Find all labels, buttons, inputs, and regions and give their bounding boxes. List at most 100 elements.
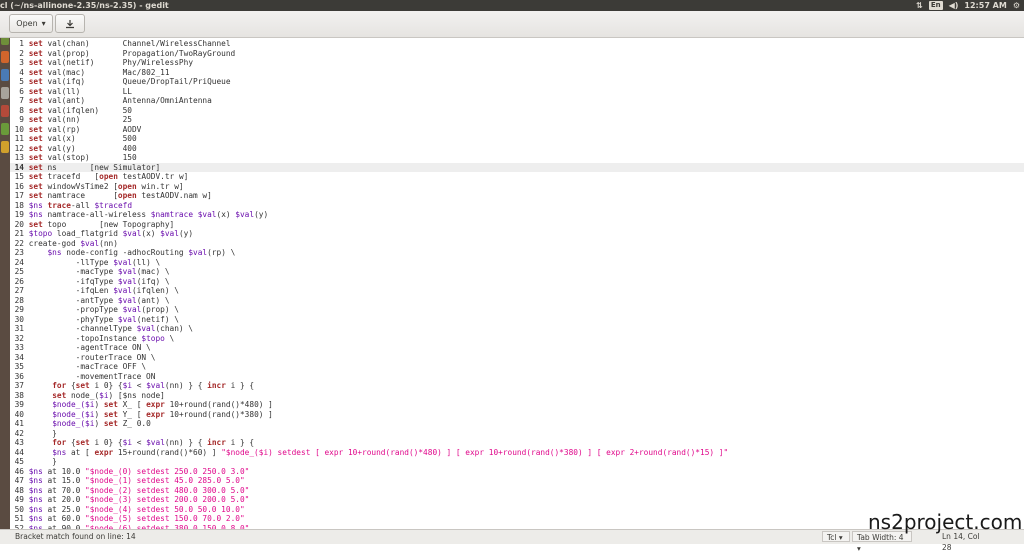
code-line[interactable]: 46 $ns at 10.0 "$node_(0) setdest 250.0 … [10, 467, 1024, 477]
settings-gear-icon[interactable]: ⚙ [1013, 0, 1020, 11]
code-line[interactable]: 11 set val(x) 500 [10, 134, 1024, 144]
code-line[interactable]: 49 $ns at 20.0 "$node_(3) setdest 200.0 … [10, 495, 1024, 505]
code-line[interactable]: 34 -routerTrace ON \ [10, 353, 1024, 363]
code-line[interactable]: 32 -topoInstance $topo \ [10, 334, 1024, 344]
code-line[interactable]: 21 $topo load_flatgrid $val(x) $val(y) [10, 229, 1024, 239]
code-token: val(ifqlen) 50 [42, 105, 132, 115]
line-number: 16 [14, 181, 24, 191]
line-number: 50 [14, 504, 24, 514]
code-line[interactable]: 41 $node_($i) set Z_ 0.0 [10, 419, 1024, 429]
code-line[interactable]: 15 set tracefd [open testAODV.tr w] [10, 172, 1024, 182]
code-line[interactable]: 33 -agentTrace ON \ [10, 343, 1024, 353]
code-line[interactable]: 43 for {set i 0} {$i < $val(nn) } { incr… [10, 438, 1024, 448]
code-line[interactable]: 36 -movementTrace ON [10, 372, 1024, 382]
code-line[interactable]: 29 -propType $val(prop) \ [10, 305, 1024, 315]
code-line[interactable]: 5 set val(ifq) Queue/DropTail/PriQueue [10, 77, 1024, 87]
code-line[interactable]: 13 set val(stop) 150 [10, 153, 1024, 163]
code-line[interactable]: 7 set val(ant) Antenna/OmniAntenna [10, 96, 1024, 106]
code-line[interactable]: 35 -macTrace OFF \ [10, 362, 1024, 372]
code-token: set [103, 400, 118, 409]
network-updown-icon[interactable]: ⇅ [916, 0, 923, 11]
code-line[interactable]: 40 $node_($i) set Y_ [ expr 10+round(ran… [10, 410, 1024, 420]
code-line[interactable]: 27 -ifqLen $val(ifqlen) \ [10, 286, 1024, 296]
code-line[interactable]: 18 $ns trace-all $tracefd [10, 201, 1024, 211]
code-line[interactable]: 30 -phyType $val(netif) \ [10, 315, 1024, 325]
code-token: i } { [225, 438, 255, 447]
code-line[interactable]: 6 set val(ll) LL [10, 87, 1024, 97]
code-token: set [28, 86, 43, 96]
line-number: 21 [14, 229, 24, 238]
launcher-app-icon[interactable] [1, 69, 9, 81]
code-token: val(netif) Phy/WirelessPhy [42, 58, 194, 67]
code-token: $val [117, 295, 137, 305]
code-token: -routerTrace ON \ [28, 352, 156, 362]
code-line[interactable]: 39 $node_($i) set X_ [ expr 10+round(ran… [10, 400, 1024, 410]
line-number: 31 [14, 324, 24, 333]
code-token: set [75, 381, 90, 390]
code-token: (mac) \ [136, 267, 170, 276]
code-line[interactable]: 47 $ns at 15.0 "$node_(1) setdest 45.0 2… [10, 476, 1024, 486]
language-selector[interactable]: Tcl ▾ [822, 531, 850, 542]
code-line[interactable]: 37 for {set i 0} {$i < $val(nn) } { incr… [10, 381, 1024, 391]
volume-icon[interactable]: ◀) [949, 0, 959, 11]
code-line[interactable]: 16 set windowVsTime2 [open win.tr w] [10, 182, 1024, 192]
code-line[interactable]: 19 $ns namtrace-all-wireless $namtrace $… [10, 210, 1024, 220]
code-line[interactable]: 48 $ns at 70.0 "$node_(2) setdest 480.0 … [10, 486, 1024, 496]
open-button[interactable]: Open ▾ [9, 14, 53, 33]
code-line[interactable]: 17 set namtrace [open testAODV.nam w] [10, 191, 1024, 201]
code-line[interactable]: 4 set val(mac) Mac/802_11 [10, 68, 1024, 78]
code-token: -movementTrace ON [28, 371, 156, 381]
code-token: at [ [66, 447, 95, 457]
code-line[interactable]: 28 -antType $val(ant) \ [10, 296, 1024, 306]
language-label: Tcl [827, 533, 837, 542]
code-line[interactable]: 2 set val(prop) Propagation/TwoRayGround [10, 49, 1024, 59]
launcher-app-icon[interactable] [1, 105, 9, 117]
code-line[interactable]: 14 set ns [new Simulator] [10, 162, 1024, 172]
code-token: (netif) \ [136, 314, 179, 324]
launcher-app-icon[interactable] [1, 51, 9, 63]
code-token: Y_ [ [117, 409, 147, 419]
line-number: 37 [14, 381, 24, 390]
code-line[interactable]: 38 set node_($i) [$ns node] [10, 391, 1024, 401]
code-token: (nn) } { [164, 438, 208, 447]
chevron-down-icon: ▾ [41, 19, 46, 28]
code-line[interactable]: 45 } [10, 457, 1024, 467]
code-token: -llType [28, 257, 114, 267]
code-token: $ns [28, 476, 43, 485]
code-line[interactable]: 26 -ifqType $val(ifq) \ [10, 277, 1024, 287]
launcher-app-icon[interactable] [1, 87, 9, 99]
code-line[interactable]: 22 create-god $val(nn) [10, 239, 1024, 249]
code-line[interactable]: 10 set val(rp) AODV [10, 125, 1024, 135]
code-line[interactable]: 1 set val(chan) Channel/WirelessChannel [10, 39, 1024, 49]
code-line[interactable]: 44 $ns at [ expr 15+round(rand()*60) ] "… [10, 448, 1024, 458]
code-line[interactable]: 23 $ns node-config -adhocRouting $val(rp… [10, 248, 1024, 258]
clock[interactable]: 12:57 AM [964, 0, 1006, 11]
code-line[interactable]: 42 } [10, 429, 1024, 439]
keyboard-language-indicator[interactable]: En [928, 1, 943, 10]
code-token: < [132, 381, 147, 390]
launcher-app-icon[interactable] [1, 123, 9, 135]
code-token: $val [117, 276, 137, 286]
code-line[interactable]: 9 set val(nn) 25 [10, 115, 1024, 125]
code-line[interactable]: 12 set val(y) 400 [10, 144, 1024, 154]
code-line[interactable]: 8 set val(ifqlen) 50 [10, 106, 1024, 116]
code-line[interactable]: 20 set topo [new Topography] [10, 220, 1024, 230]
launcher-app-icon[interactable] [1, 141, 9, 153]
code-token: namtrace [ [42, 191, 118, 200]
code-token: $ns [47, 248, 62, 257]
code-token: -ifqType [28, 276, 118, 286]
code-token: 10+round(rand()*380) ] [164, 409, 273, 419]
code-line[interactable]: 31 -channelType $val(chan) \ [10, 324, 1024, 334]
save-button[interactable] [55, 14, 85, 33]
code-token: $tracefd [94, 200, 133, 210]
code-line[interactable]: 3 set val(netif) Phy/WirelessPhy [10, 58, 1024, 68]
code-editor[interactable]: 1 set val(chan) Channel/WirelessChannel 2… [10, 38, 1024, 529]
line-number: 32 [14, 333, 24, 343]
code-line[interactable]: 24 -llType $val(ll) \ [10, 258, 1024, 268]
code-line[interactable]: 25 -macType $val(mac) \ [10, 267, 1024, 277]
code-token: -all [70, 200, 95, 210]
code-token: $namtrace [150, 210, 194, 219]
